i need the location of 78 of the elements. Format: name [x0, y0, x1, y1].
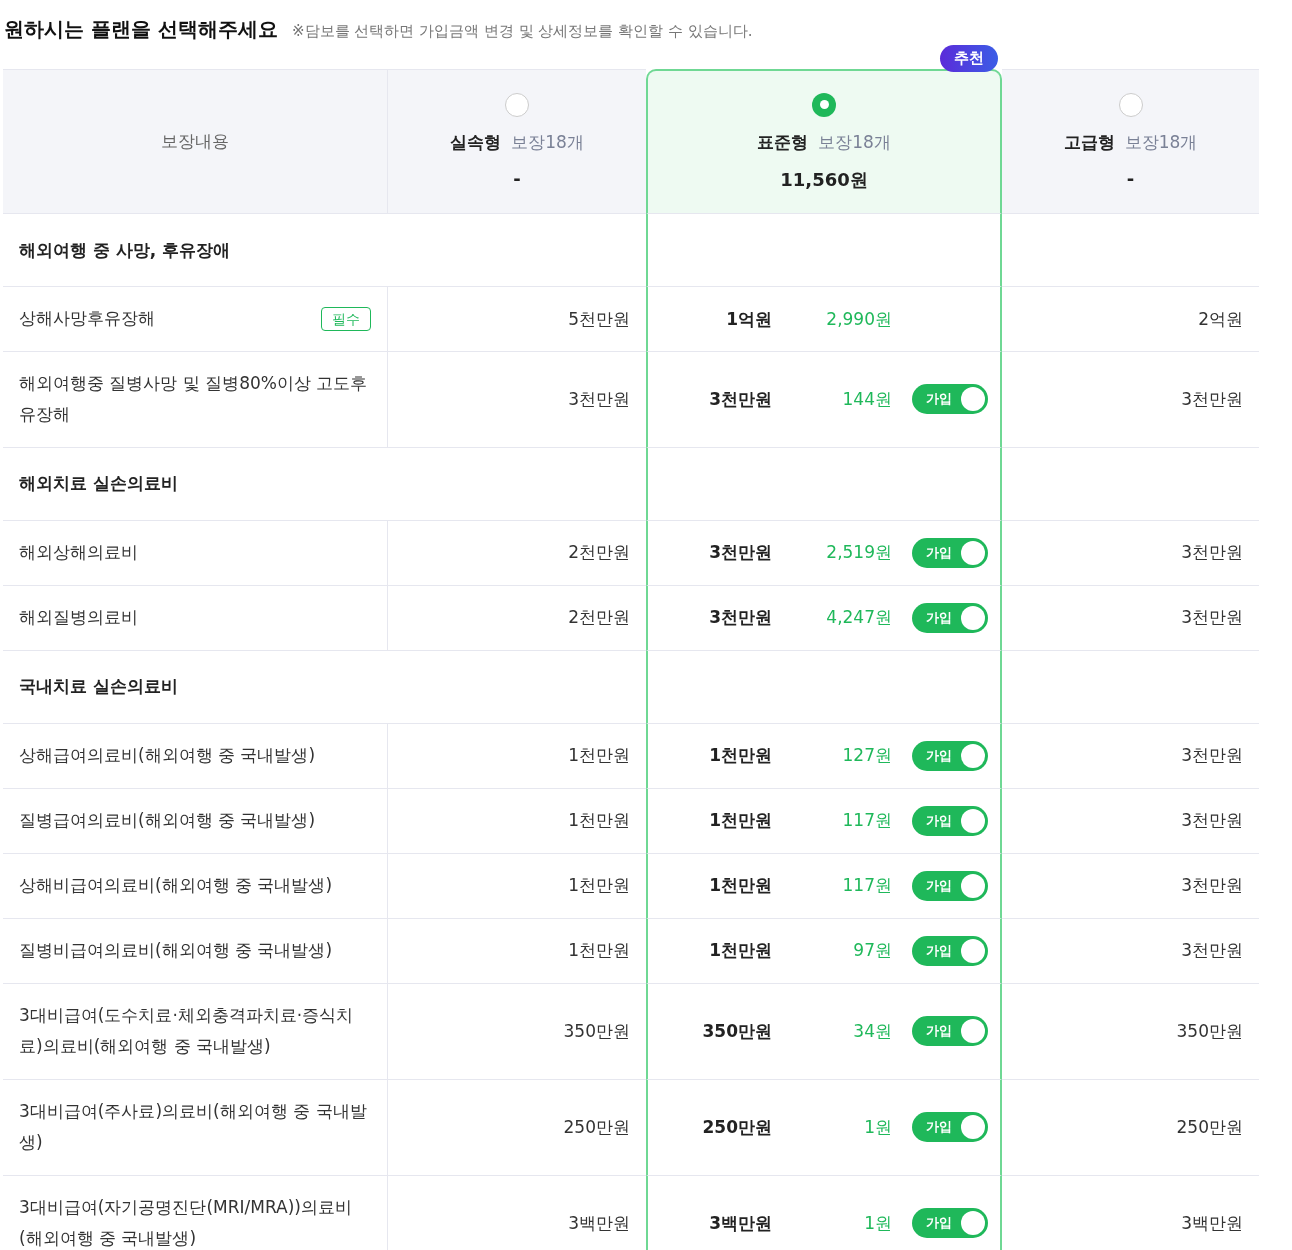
coverage-amount: 3백만원 [568, 1211, 630, 1235]
coverage-amount: 1천만원 [568, 874, 630, 898]
coverage-amount: 2천만원 [568, 541, 630, 565]
coverage-amount: 1천만원 [708, 874, 772, 898]
premium-amount: 4,247원 [825, 606, 892, 630]
coverage-count: 보장18개 [511, 131, 584, 154]
plan-price: - [1126, 168, 1135, 190]
coverage-name[interactable]: 3대비급여(주사료)의료비(해외여행 중 국내발생) [19, 1095, 371, 1159]
plan-price: 11,560원 [780, 167, 868, 192]
plan-header[interactable]: 표준형 보장18개 11,560원 [646, 69, 1002, 214]
plan-name: 표준형 [757, 130, 809, 154]
coverage-amount: 1천만원 [708, 939, 772, 963]
coverage-amount: 3천만원 [1181, 744, 1243, 768]
coverage-amount: 350만원 [701, 1019, 772, 1043]
coverage-amount: 3천만원 [1181, 606, 1243, 630]
coverage-name[interactable]: 해외여행중 질병사망 및 질병80%이상 고도후유장해 [19, 368, 371, 431]
plan-name: 실속형 [450, 131, 502, 154]
section-title: 국내치료 실손의료비 [19, 675, 178, 699]
coverage-amount: 350만원 [563, 1019, 630, 1043]
coverage-name[interactable]: 3대비급여(자기공명진단(MRI/MRA))의료비(해외여행 중 국내발생) [19, 1191, 371, 1250]
coverage-amount: 1천만원 [568, 809, 630, 833]
coverage-amount: 2천만원 [568, 606, 630, 630]
coverage-name[interactable]: 상해사망후유장해 [19, 303, 155, 335]
coverage-amount: 3천만원 [1181, 809, 1243, 833]
coverage-amount: 3천만원 [1181, 541, 1243, 565]
premium-amount: 1원 [863, 1211, 892, 1235]
section-title: 해외여행 중 사망, 후유장애 [19, 238, 231, 262]
coverage-amount: 250만원 [701, 1115, 772, 1139]
coverage-amount: 3천만원 [708, 387, 772, 411]
plan-header[interactable]: 실속형 보장18개 - [388, 69, 646, 214]
coverage-amount: 5천만원 [568, 307, 630, 331]
coverage-amount: 1천만원 [708, 744, 772, 768]
coverage-amount: 3백만원 [1181, 1211, 1243, 1235]
coverage-amount: 3천만원 [568, 387, 630, 411]
coverage-amount: 1천만원 [708, 809, 772, 833]
coverage-amount: 3천만원 [1181, 939, 1243, 963]
premium-amount: 144원 [841, 387, 892, 411]
radio-button[interactable] [1118, 93, 1143, 117]
section-title: 해외치료 실손의료비 [19, 472, 178, 496]
premium-amount: 2,519원 [825, 541, 892, 565]
coverage-name[interactable]: 상해급여의료비(해외여행 중 국내발생) [19, 740, 316, 772]
page-title: 원하시는 플랜을 선택해주세요 [4, 16, 278, 43]
recommended-badge: 추천 [940, 45, 998, 72]
plan-header[interactable]: 고급형 보장18개 - [1002, 69, 1259, 214]
radio-button[interactable] [812, 92, 836, 117]
coverage-amount: 3천만원 [708, 606, 772, 630]
coverage-name[interactable]: 상해비급여의료비(해외여행 중 국내발생) [19, 870, 333, 902]
coverage-amount: 1천만원 [568, 939, 630, 963]
coverage-amount: 2억원 [1198, 307, 1243, 331]
coverage-name[interactable]: 해외질병의료비 [19, 602, 138, 634]
plan-name: 고급형 [1063, 131, 1115, 154]
coverage-amount: 3천만원 [1181, 874, 1243, 898]
premium-amount: 97원 [852, 939, 892, 963]
coverage-count: 보장18개 [1124, 131, 1198, 154]
radio-button[interactable] [505, 93, 529, 117]
coverage-amount: 3천만원 [1181, 387, 1243, 411]
coverage-name[interactable]: 3대비급여(도수치료·체외충격파치료·증식치료)의료비(해외여행 중 국내발생) [19, 999, 371, 1063]
premium-amount: 117원 [841, 809, 892, 833]
coverage-amount: 250만원 [563, 1115, 630, 1139]
coverage-amount: 3백만원 [708, 1211, 772, 1235]
required-tag: 필수 [321, 306, 371, 332]
hint-text: ※담보를 선택하면 가입금액 변경 및 상세정보를 확인할 수 있습니다. [291, 22, 753, 41]
premium-amount: 2,990원 [825, 307, 892, 331]
coverage-amount: 350만원 [1176, 1019, 1243, 1043]
coverage-count: 보장18개 [818, 130, 891, 154]
coverage-name[interactable]: 질병급여의료비(해외여행 중 국내발생) [19, 805, 316, 837]
coverage-amount: 250만원 [1176, 1115, 1243, 1139]
coverage-amount: 3천만원 [708, 541, 772, 565]
premium-amount: 117원 [841, 874, 892, 898]
column-header: 보장내용 [161, 130, 229, 153]
coverage-name[interactable]: 질병비급여의료비(해외여행 중 국내발생) [19, 935, 333, 967]
coverage-amount: 1억원 [725, 307, 772, 331]
premium-amount: 127원 [841, 744, 892, 768]
plan-price: - [513, 168, 521, 190]
coverage-name[interactable]: 해외상해의료비 [19, 537, 138, 569]
coverage-amount: 1천만원 [568, 744, 630, 768]
premium-amount: 34원 [852, 1019, 892, 1043]
premium-amount: 1원 [863, 1115, 892, 1139]
